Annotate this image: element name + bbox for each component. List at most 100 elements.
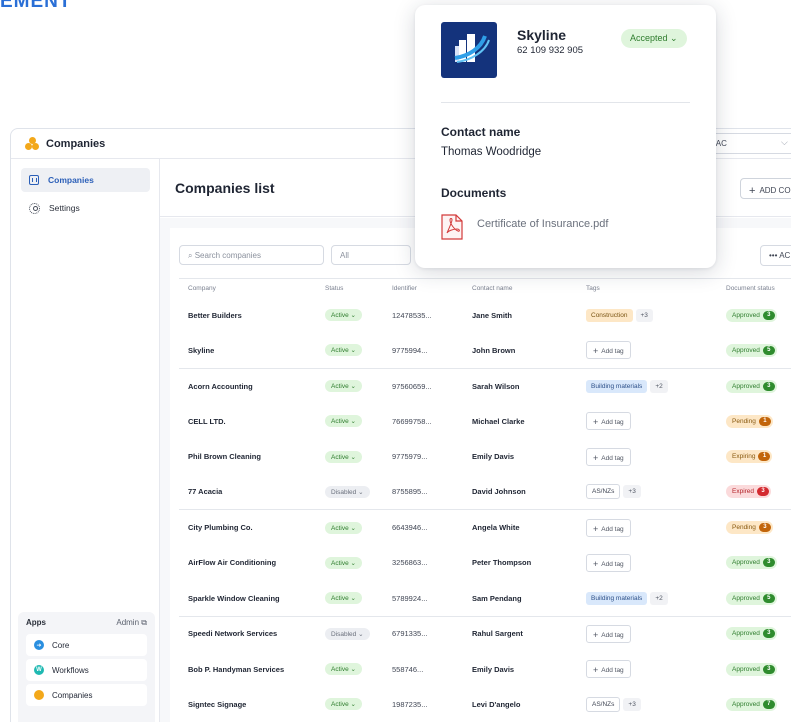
company-name-cell[interactable]: Bob P. Handyman Services <box>179 651 325 686</box>
more-tags-badge[interactable]: +2 <box>650 591 668 605</box>
table-row[interactable]: City Plumbing Co. Active ⌄ 6643946... An… <box>179 509 791 546</box>
column-header[interactable]: Company <box>179 278 325 298</box>
company-name-cell[interactable]: Skyline <box>179 333 325 368</box>
status-dropdown[interactable]: Active ⌄ <box>325 380 362 393</box>
document-status-badge[interactable]: Approved 3 <box>726 662 777 676</box>
document-status-badge[interactable]: Approved 5 <box>726 591 777 605</box>
chevron-down-icon: ⌄ <box>358 630 364 638</box>
app-switch-core[interactable]: ➜ Core <box>26 634 147 656</box>
company-name-cell[interactable]: Phil Brown Cleaning <box>179 439 325 474</box>
status-dropdown[interactable]: Active ⌄ <box>325 309 362 322</box>
chevron-down-icon: ⌄ <box>350 418 356 426</box>
status-dropdown[interactable]: Disabled ⌄ <box>325 485 370 498</box>
more-tags-badge[interactable]: +3 <box>623 697 641 711</box>
add-tag-button[interactable]: + Add tag <box>586 624 631 643</box>
tag-badge[interactable]: AS/NZs <box>586 696 621 712</box>
company-name-cell[interactable]: Sparkle Window Cleaning <box>179 581 325 616</box>
workflows-app-icon: W <box>34 665 44 675</box>
document-status-badge[interactable]: Expiring 1 <box>726 450 773 464</box>
status-dropdown[interactable]: Active ⌄ <box>325 415 362 428</box>
document-status-cell: Approved 3 <box>726 545 791 580</box>
table-row[interactable]: Sparkle Window Cleaning Active ⌄ 5789924… <box>179 581 791 616</box>
actions-button[interactable]: ••• AC <box>760 245 791 266</box>
tag-badge[interactable]: Building materials <box>586 379 648 393</box>
table-row[interactable]: Acorn Accounting Active ⌄ 97560659... Sa… <box>179 367 791 404</box>
status-dropdown[interactable]: Active ⌄ <box>325 556 362 569</box>
company-name-cell[interactable]: 77 Acacia <box>179 474 325 509</box>
column-header[interactable]: Contact name <box>472 278 586 298</box>
document-status-badge[interactable]: Approved 3 <box>726 379 777 393</box>
contact-name-cell: Angela White <box>472 509 586 546</box>
identifier-cell: 97560659... <box>392 367 472 404</box>
status-dropdown[interactable]: Disabled ⌄ <box>325 627 370 640</box>
add-tag-button[interactable]: + Add tag <box>586 447 631 466</box>
company-name-cell[interactable]: AirFlow Air Conditioning <box>179 545 325 580</box>
contact-name-cell: Peter Thompson <box>472 558 532 568</box>
document-link[interactable]: Certificate of Insurance.pdf <box>477 218 608 230</box>
tag-badge[interactable]: Building materials <box>586 591 648 605</box>
table-row[interactable]: AirFlow Air Conditioning Active ⌄ 325686… <box>179 545 791 580</box>
sidebar-item-label: Companies <box>48 175 94 185</box>
column-header[interactable]: Document status <box>726 278 791 298</box>
app-switch-companies[interactable]: Companies <box>26 684 147 706</box>
status-filter-select[interactable]: All <box>331 245 411 265</box>
tags-cell: Building materials +2 <box>586 581 726 616</box>
status-dropdown[interactable]: Active ⌄ <box>325 521 362 534</box>
table-row[interactable]: 77 Acacia Disabled ⌄ 8755895... David Jo… <box>179 474 791 509</box>
add-tag-button[interactable]: + Add tag <box>586 553 631 572</box>
company-name-cell[interactable]: Speedi Network Services <box>179 615 325 652</box>
search-icon: ⌕ <box>188 251 193 260</box>
company-name-cell[interactable]: Acorn Accounting <box>179 367 325 404</box>
status-cell: Active ⌄ <box>325 404 392 439</box>
table-row[interactable]: Bob P. Handyman Services Active ⌄ 558746… <box>179 651 791 686</box>
status-dropdown[interactable]: Active ⌄ <box>325 344 362 357</box>
status-dropdown[interactable]: Active ⌄ <box>325 663 362 676</box>
column-header[interactable]: Identifier <box>392 278 472 298</box>
status-dropdown[interactable]: Active ⌄ <box>325 450 362 463</box>
status-dropdown[interactable]: Active ⌄ <box>325 592 362 605</box>
document-status-cell: Expired 3 <box>726 474 791 509</box>
document-status-badge[interactable]: Approved 5 <box>726 343 777 357</box>
search-input[interactable]: ⌕ Search companies <box>179 245 324 265</box>
company-name-cell[interactable]: Signtec Signage <box>179 687 325 722</box>
company-name-cell[interactable]: CELL LTD. <box>179 404 325 439</box>
document-status-badge[interactable]: Approved 3 <box>726 308 777 322</box>
document-status-badge[interactable]: Pending 1 <box>726 414 773 428</box>
table-row[interactable]: Signtec Signage Active ⌄ 1987235... Levi… <box>179 687 791 722</box>
document-status-badge[interactable]: Approved 3 <box>726 556 777 570</box>
table-row[interactable]: Better Builders Active ⌄ 12478535... Jan… <box>179 298 791 333</box>
popover-status-dropdown[interactable]: Accepted ⌄ <box>621 29 687 48</box>
add-tag-button[interactable]: + Add tag <box>586 518 631 537</box>
apps-heading: Apps <box>26 618 46 627</box>
more-tags-badge[interactable]: +3 <box>635 308 653 322</box>
column-header[interactable]: Status <box>325 278 392 298</box>
document-status-badge[interactable]: Approved 3 <box>726 627 777 641</box>
more-tags-badge[interactable]: +3 <box>623 485 641 499</box>
column-header[interactable]: Tags <box>586 278 726 298</box>
sidebar-item-companies[interactable]: Companies <box>21 168 150 192</box>
tag-badge[interactable]: Construction <box>586 308 633 322</box>
add-tag-button[interactable]: + Add tag <box>586 341 631 360</box>
apps-header: Apps Admin ⧉ <box>26 618 147 628</box>
documents-heading: Documents <box>441 186 507 200</box>
admin-link[interactable]: Admin ⧉ <box>116 618 147 628</box>
table-row[interactable]: Speedi Network Services Disabled ⌄ 67913… <box>179 615 791 652</box>
organization-select[interactable]: PAC ⌵ <box>704 133 791 154</box>
company-name-cell[interactable]: Better Builders <box>179 298 325 333</box>
add-tag-button[interactable]: + Add tag <box>586 412 631 431</box>
table-row[interactable]: CELL LTD. Active ⌄ 76699758... Michael C… <box>179 404 791 439</box>
company-name-cell[interactable]: City Plumbing Co. <box>179 509 325 546</box>
table-row[interactable]: Skyline Active ⌄ 9775994... John Brown +… <box>179 333 791 368</box>
tag-badge[interactable]: AS/NZs <box>586 484 621 500</box>
app-switch-workflows[interactable]: W Workflows <box>26 659 147 681</box>
status-cell: Active ⌄ <box>325 333 392 368</box>
add-tag-button[interactable]: + Add tag <box>586 660 631 679</box>
sidebar-item-settings[interactable]: Settings <box>21 196 150 220</box>
status-dropdown[interactable]: Active ⌄ <box>325 698 362 711</box>
more-tags-badge[interactable]: +2 <box>650 379 668 393</box>
document-status-badge[interactable]: Approved 7 <box>726 697 777 711</box>
add-company-button[interactable]: + ADD CO <box>740 178 791 199</box>
document-status-badge[interactable]: Expired 3 <box>726 485 772 499</box>
document-status-badge[interactable]: Pending 3 <box>726 521 773 535</box>
table-row[interactable]: Phil Brown Cleaning Active ⌄ 9775979... … <box>179 439 791 474</box>
